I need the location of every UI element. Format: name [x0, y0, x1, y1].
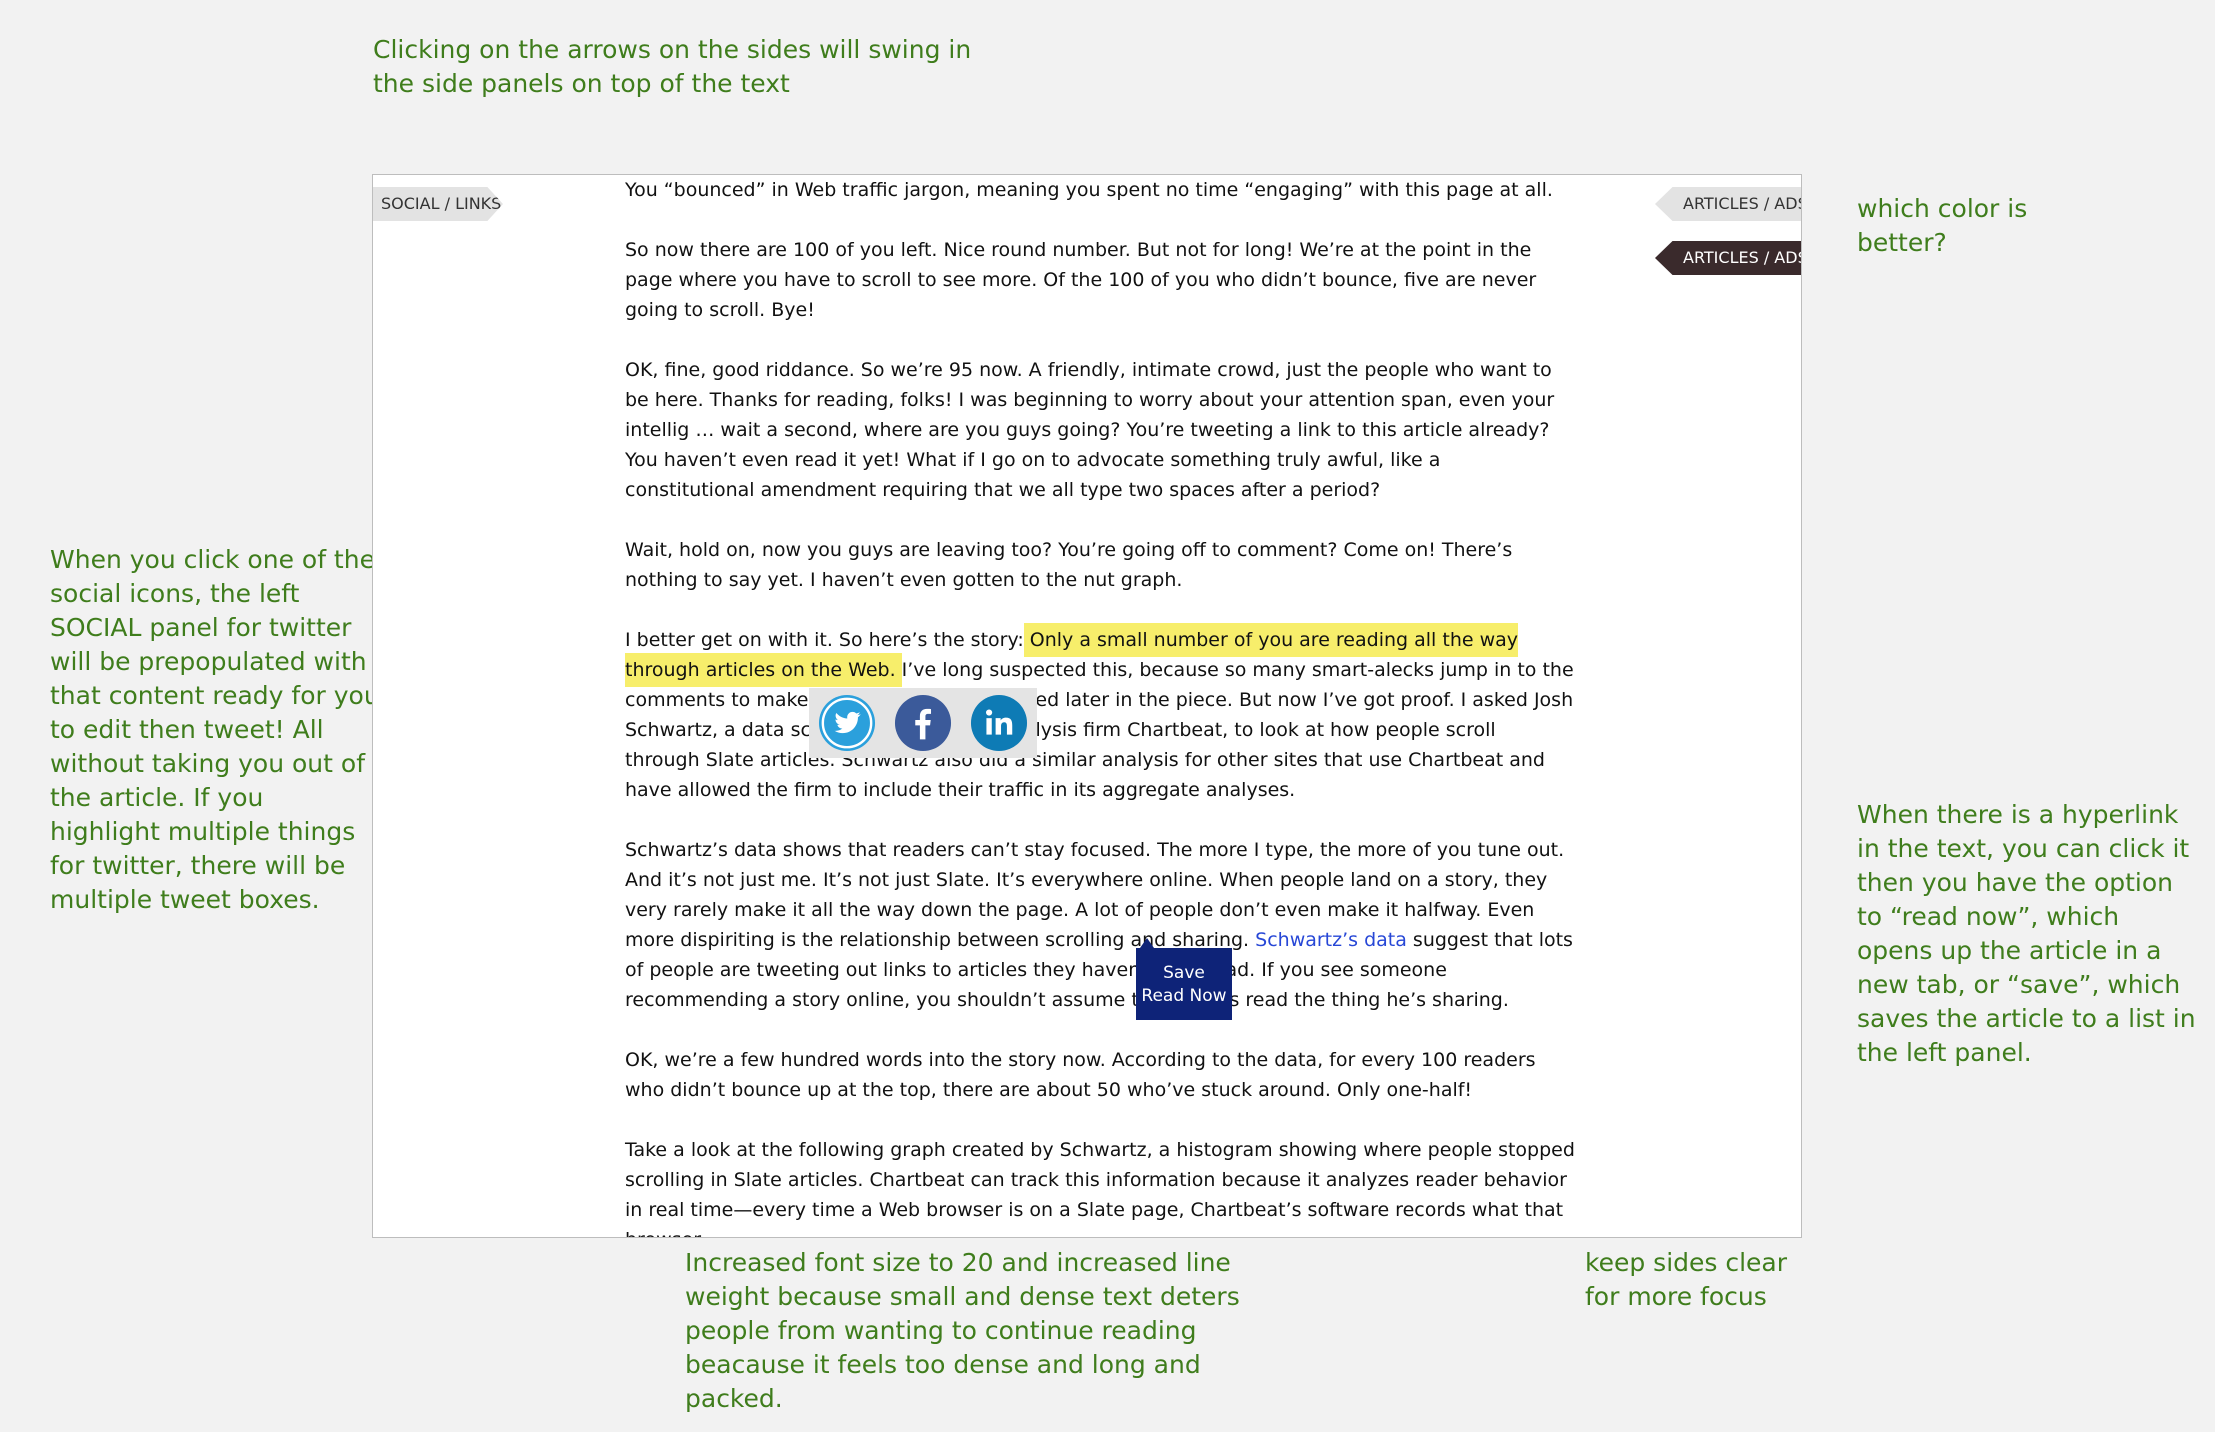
article-paragraph: I better get on with it. So here’s the s…: [625, 625, 1575, 805]
article-paragraph: Schwartz’s data shows that readers can’t…: [625, 835, 1575, 1015]
articles-ads-tab-dark[interactable]: ARTICLES / ADS: [1655, 241, 1801, 275]
annotation-hyperlink: When there is a hyperlink in the text, y…: [1857, 800, 2196, 1067]
annotation-color-question: which color is better?: [1857, 194, 2028, 257]
article-paragraph: You “bounced” in Web traffic jargon, mea…: [625, 179, 1553, 201]
link-options-popup: Save Read Now: [1136, 938, 1232, 1020]
linkedin-icon[interactable]: [970, 694, 1028, 752]
twitter-icon[interactable]: [818, 694, 876, 752]
annotation-keep-sides-clear: keep sides clear for more focus: [1585, 1248, 1788, 1311]
social-links-tab[interactable]: SOCIAL / LINKS: [373, 187, 503, 221]
annotation-social-panel: When you click one of the social icons, …: [50, 545, 380, 914]
save-button[interactable]: Save: [1136, 963, 1232, 983]
articles-ads-tab-light[interactable]: ARTICLES / ADS: [1655, 187, 1801, 221]
read-now-button[interactable]: Read Now: [1136, 986, 1232, 1006]
article-body: You “bounced” in Web traffic jargon, mea…: [625, 175, 1575, 1237]
paragraph-text: I better get on with it. So here’s the s…: [625, 629, 1030, 651]
article-paragraph: Take a look at the following graph creat…: [625, 1139, 1575, 1237]
social-share-bar: [809, 688, 1037, 758]
article-paragraph: OK, fine, good riddance. So we’re 95 now…: [625, 359, 1555, 501]
schwartz-data-link[interactable]: Schwartz’s data: [1255, 929, 1407, 951]
article-paragraph: So now there are 100 of you left. Nice r…: [625, 239, 1537, 321]
article-paragraph: OK, we’re a few hundred words into the s…: [625, 1049, 1536, 1101]
annotation-font-size: Increased font size to 20 and increased …: [685, 1248, 1240, 1413]
article-frame: SOCIAL / LINKS ARTICLES / ADS ARTICLES /…: [372, 174, 1802, 1238]
facebook-icon[interactable]: [894, 694, 952, 752]
annotation-side-panels: Clicking on the arrows on the sides will…: [373, 35, 972, 98]
article-paragraph: Wait, hold on, now you guys are leaving …: [625, 539, 1513, 591]
